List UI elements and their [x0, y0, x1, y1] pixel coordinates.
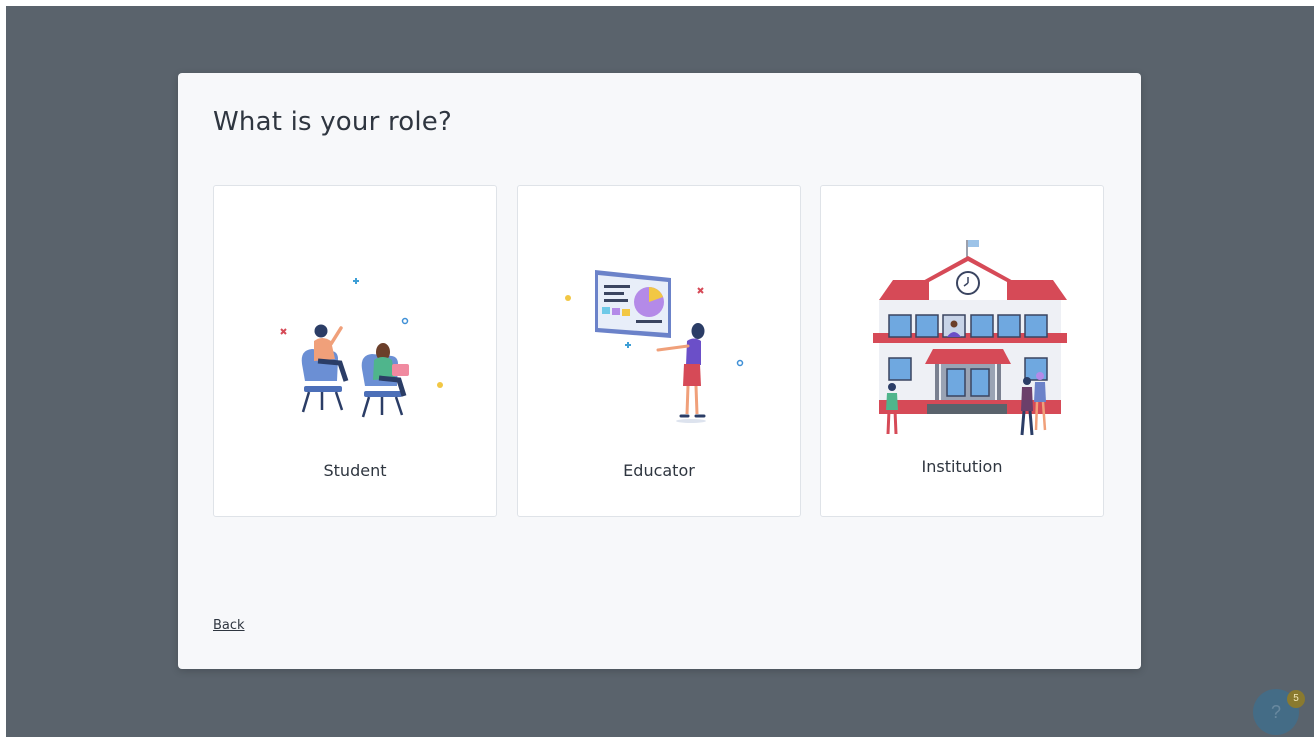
- role-label-institution: Institution: [921, 457, 1003, 476]
- role-card-educator[interactable]: Educator: [517, 185, 801, 517]
- role-label-educator: Educator: [623, 461, 695, 480]
- question-mark-icon: ?: [1270, 702, 1281, 722]
- role-selection-modal: What is your role? Student Educator Inst…: [178, 73, 1141, 669]
- students-in-chairs-illustration: [280, 278, 443, 418]
- role-card-student[interactable]: Student: [213, 185, 497, 517]
- notification-badge: 5: [1287, 690, 1305, 708]
- role-card-institution[interactable]: Institution: [820, 185, 1104, 517]
- role-label-student: Student: [323, 461, 387, 480]
- presenter-with-screen-illustration: [565, 270, 744, 423]
- back-link[interactable]: Back: [213, 618, 245, 633]
- school-building-illustration: [873, 240, 1067, 436]
- page-title: What is your role?: [213, 107, 452, 137]
